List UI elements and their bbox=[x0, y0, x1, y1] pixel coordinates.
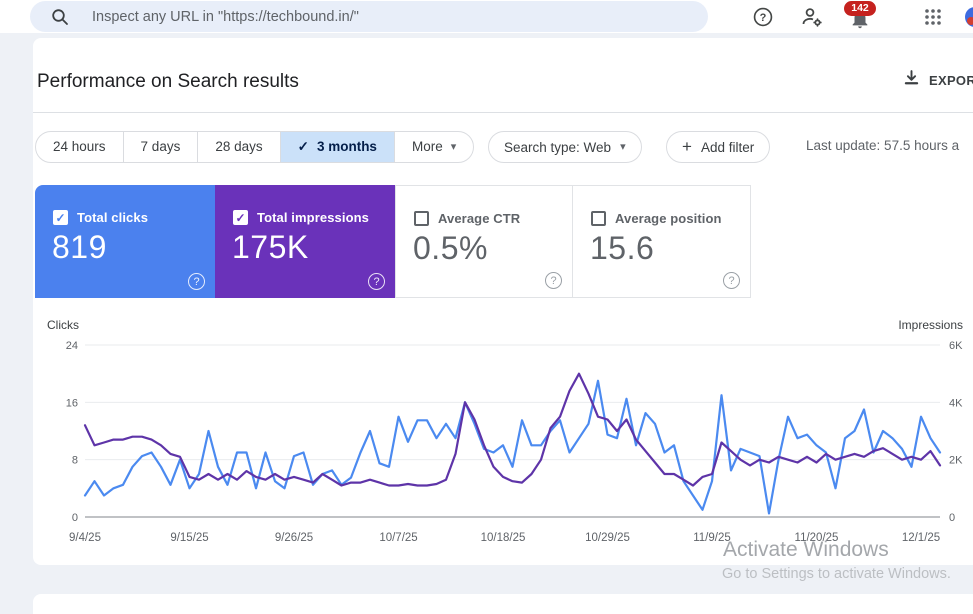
url-inspect-search[interactable]: Inspect any URL in "https://techbound.in… bbox=[30, 1, 708, 32]
performance-panel: Performance on Search results EXPORT 24 … bbox=[33, 38, 973, 565]
svg-text:9/4/25: 9/4/25 bbox=[69, 532, 101, 544]
svg-text:24: 24 bbox=[66, 340, 78, 352]
svg-text:0: 0 bbox=[949, 512, 955, 524]
total-clicks-card[interactable]: ✓ Total clicks 819 ? bbox=[35, 185, 215, 298]
average-ctr-value: 0.5% bbox=[413, 230, 488, 266]
average-ctr-card[interactable]: Average CTR 0.5% ? bbox=[395, 185, 573, 298]
svg-text:8: 8 bbox=[72, 455, 78, 467]
total-impressions-value: 175K bbox=[232, 229, 309, 265]
svg-text:6K: 6K bbox=[949, 340, 963, 352]
export-button[interactable]: EXPORT bbox=[903, 69, 973, 91]
svg-text:Impressions: Impressions bbox=[898, 318, 963, 332]
svg-text:?: ? bbox=[760, 12, 767, 24]
notification-count-badge: 142 bbox=[844, 1, 876, 16]
svg-text:10/29/25: 10/29/25 bbox=[585, 532, 630, 544]
range-28-days[interactable]: 28 days bbox=[197, 132, 279, 162]
svg-text:4K: 4K bbox=[949, 397, 963, 409]
search-icon bbox=[51, 8, 69, 26]
checkbox-unchecked-icon[interactable] bbox=[591, 211, 606, 226]
svg-text:9/26/25: 9/26/25 bbox=[275, 532, 313, 544]
range-more-dropdown[interactable]: More ▾ bbox=[393, 132, 473, 162]
svg-text:12/1/25: 12/1/25 bbox=[902, 532, 940, 544]
download-icon bbox=[903, 69, 920, 91]
range-3-months-selected[interactable]: ✓ 3 months bbox=[279, 132, 394, 162]
check-icon: ✓ bbox=[297, 139, 309, 154]
checkbox-unchecked-icon[interactable] bbox=[414, 211, 429, 226]
add-filter-chip[interactable]: + Add filter bbox=[666, 131, 771, 163]
range-24-hours[interactable]: 24 hours bbox=[36, 132, 123, 162]
svg-text:0: 0 bbox=[72, 512, 78, 524]
search-console-performance-page: Inspect any URL in "https://techbound.in… bbox=[0, 0, 973, 614]
apps-grid-icon[interactable] bbox=[921, 5, 945, 29]
help-icon[interactable]: ? bbox=[188, 273, 205, 290]
title-divider bbox=[33, 112, 973, 113]
svg-text:9/15/25: 9/15/25 bbox=[170, 532, 208, 544]
last-update-text: Last update: 57.5 hours a bbox=[806, 138, 960, 153]
average-position-card[interactable]: Average position 15.6 ? bbox=[573, 185, 751, 298]
top-app-bar: Inspect any URL in "https://techbound.in… bbox=[0, 0, 973, 33]
user-settings-icon[interactable] bbox=[800, 5, 824, 29]
svg-text:10/7/25: 10/7/25 bbox=[379, 532, 417, 544]
checkbox-checked-icon[interactable]: ✓ bbox=[233, 210, 248, 225]
help-icon[interactable]: ? bbox=[751, 5, 775, 29]
checkbox-checked-icon[interactable]: ✓ bbox=[53, 210, 68, 225]
page-background: Performance on Search results EXPORT 24 … bbox=[0, 33, 973, 614]
plus-icon: + bbox=[682, 137, 692, 156]
svg-text:11/20/25: 11/20/25 bbox=[795, 532, 839, 544]
account-avatar[interactable] bbox=[965, 7, 973, 27]
total-impressions-card[interactable]: ✓ Total impressions 175K ? bbox=[215, 185, 395, 298]
performance-chart[interactable]: 0 0 8 2K 16 4K 24 6K Clicks Impressions 9/4/25 9/15… bbox=[33, 315, 973, 555]
next-panel bbox=[33, 594, 973, 614]
chevron-down-icon: ▾ bbox=[620, 140, 626, 153]
performance-chart-svg: 0 0 8 2K 16 4K 24 6K Clicks Impressions 9/4/25 9/15… bbox=[47, 318, 963, 544]
svg-text:16: 16 bbox=[66, 397, 78, 409]
range-7-days[interactable]: 7 days bbox=[122, 132, 198, 162]
date-range-segmented-control: 24 hours 7 days 28 days ✓ 3 months More ▾ bbox=[35, 131, 475, 163]
page-title: Performance on Search results bbox=[37, 71, 299, 92]
help-icon[interactable]: ? bbox=[368, 273, 385, 290]
average-position-value: 15.6 bbox=[590, 230, 655, 266]
help-icon[interactable]: ? bbox=[723, 272, 740, 289]
export-label: EXPORT bbox=[929, 72, 973, 88]
svg-text:10/18/25: 10/18/25 bbox=[481, 532, 526, 544]
svg-text:2K: 2K bbox=[949, 455, 963, 467]
metric-cards: ✓ Total clicks 819 ? ✓ Total impressions 1… bbox=[35, 185, 751, 298]
svg-text:Clicks: Clicks bbox=[47, 318, 79, 332]
chevron-down-icon: ▾ bbox=[450, 140, 457, 153]
search-placeholder: Inspect any URL in "https://techbound.in… bbox=[92, 8, 359, 25]
search-type-filter-chip[interactable]: Search type: Web ▾ bbox=[488, 131, 642, 163]
help-icon[interactable]: ? bbox=[545, 272, 562, 289]
svg-text:11/9/25: 11/9/25 bbox=[693, 532, 731, 544]
total-clicks-value: 819 bbox=[52, 229, 107, 265]
